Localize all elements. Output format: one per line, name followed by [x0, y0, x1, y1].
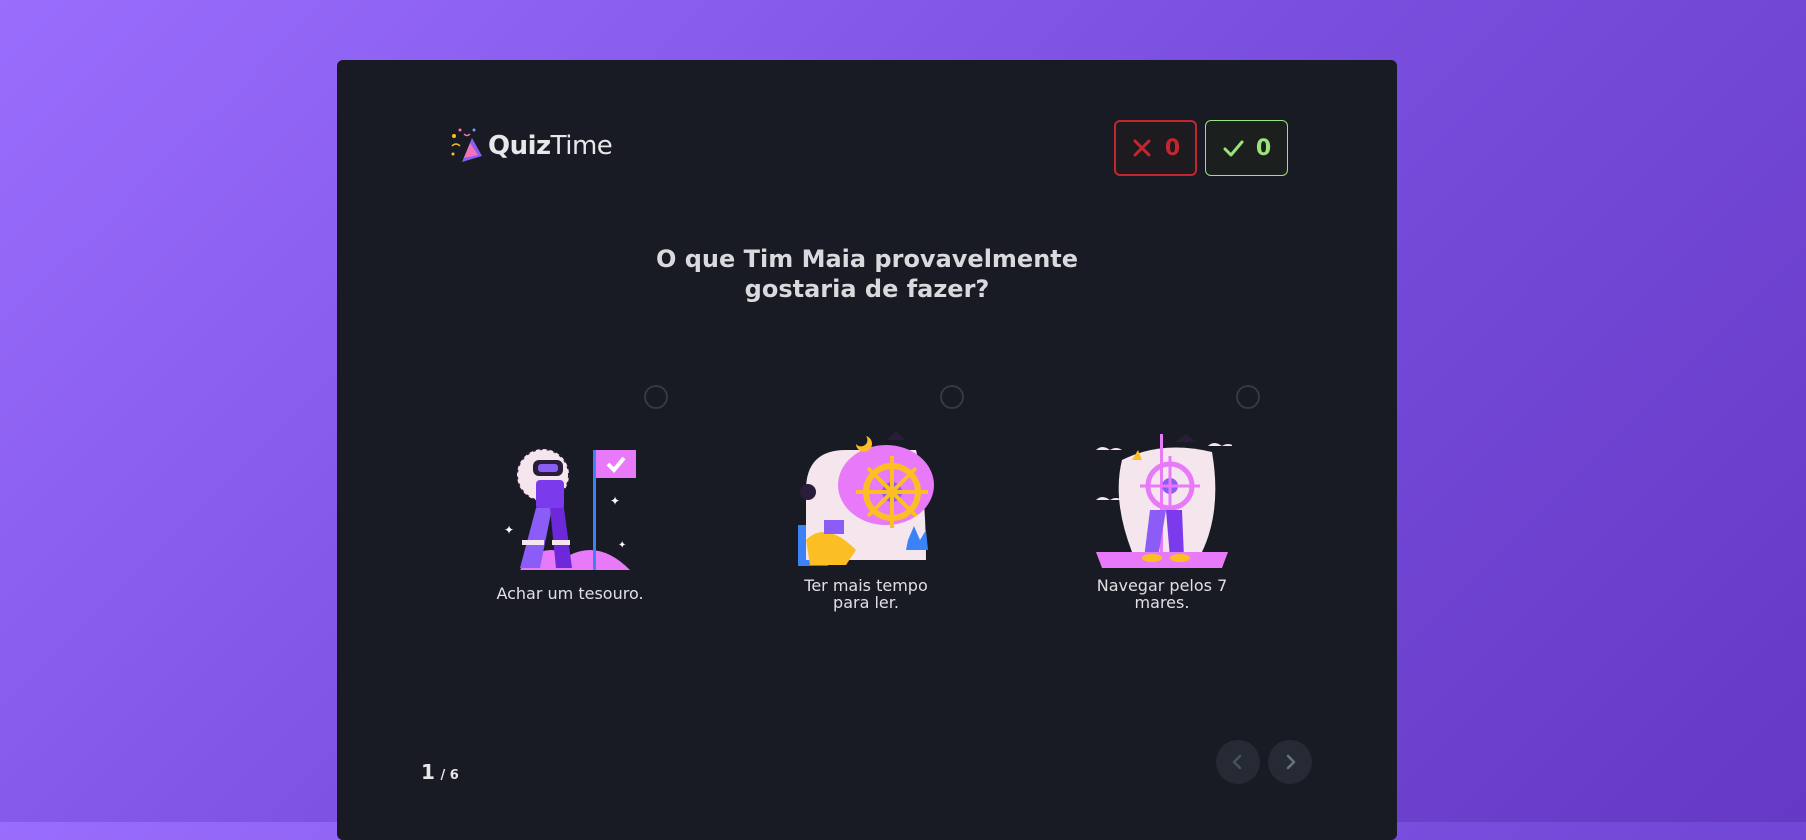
svg-text:✦: ✦	[504, 523, 514, 537]
svg-text:✦: ✦	[610, 494, 620, 508]
question-counter: 1 / 6	[421, 760, 459, 784]
score-panel: 0 0	[1114, 120, 1288, 176]
astronaut-flag-illustration: ✦ ✦ ✦	[504, 448, 636, 570]
answer-option-3[interactable]: Navegar pelos 7 mares.	[1052, 380, 1272, 640]
question-line-2: gostaria de fazer?	[744, 275, 990, 303]
wrong-score-badge: 0	[1114, 120, 1197, 176]
close-icon	[1133, 139, 1151, 157]
wrong-count: 0	[1164, 135, 1181, 161]
option-label: Navegar pelos 7 mares.	[1096, 576, 1228, 612]
chevron-right-icon	[1286, 754, 1296, 770]
svg-text:✦: ✦	[618, 540, 626, 551]
logo-quiz: Quiz	[488, 131, 551, 161]
chevron-left-icon	[1232, 754, 1242, 770]
party-popper-icon	[451, 128, 482, 162]
option-radio[interactable]	[940, 385, 964, 409]
question-title: O que Tim Maia provavelmente gostaria de…	[337, 244, 1397, 304]
right-score-badge: 0	[1205, 120, 1288, 176]
next-button[interactable]	[1268, 740, 1312, 784]
answer-option-1[interactable]: ✦ ✦ ✦ Achar um tesouro.	[460, 380, 680, 640]
answer-option-2[interactable]: Ter mais tempo para ler.	[756, 380, 976, 640]
option-label: Ter mais tempo para ler.	[804, 576, 928, 612]
total-questions: / 6	[440, 768, 459, 783]
logo-time: Time	[550, 131, 613, 161]
logo: Quiz Time	[448, 126, 613, 166]
option-radio[interactable]	[1236, 385, 1260, 409]
previous-button[interactable]	[1216, 740, 1260, 784]
quiz-card: Quiz Time 0 0 O que Tim Maia provavelment…	[337, 60, 1397, 840]
question-line-1: O que Tim Maia provavelmente	[655, 245, 1079, 273]
option-radio[interactable]	[644, 385, 668, 409]
pirate-ship-wheel-illustration	[1096, 434, 1232, 568]
reading-pirate-dream-illustration	[798, 432, 934, 566]
right-count: 0	[1255, 135, 1272, 161]
current-question: 1	[421, 760, 435, 784]
option-label: Achar um tesouro.	[496, 584, 644, 603]
check-icon	[1223, 140, 1244, 157]
navigation-buttons	[1216, 740, 1312, 784]
